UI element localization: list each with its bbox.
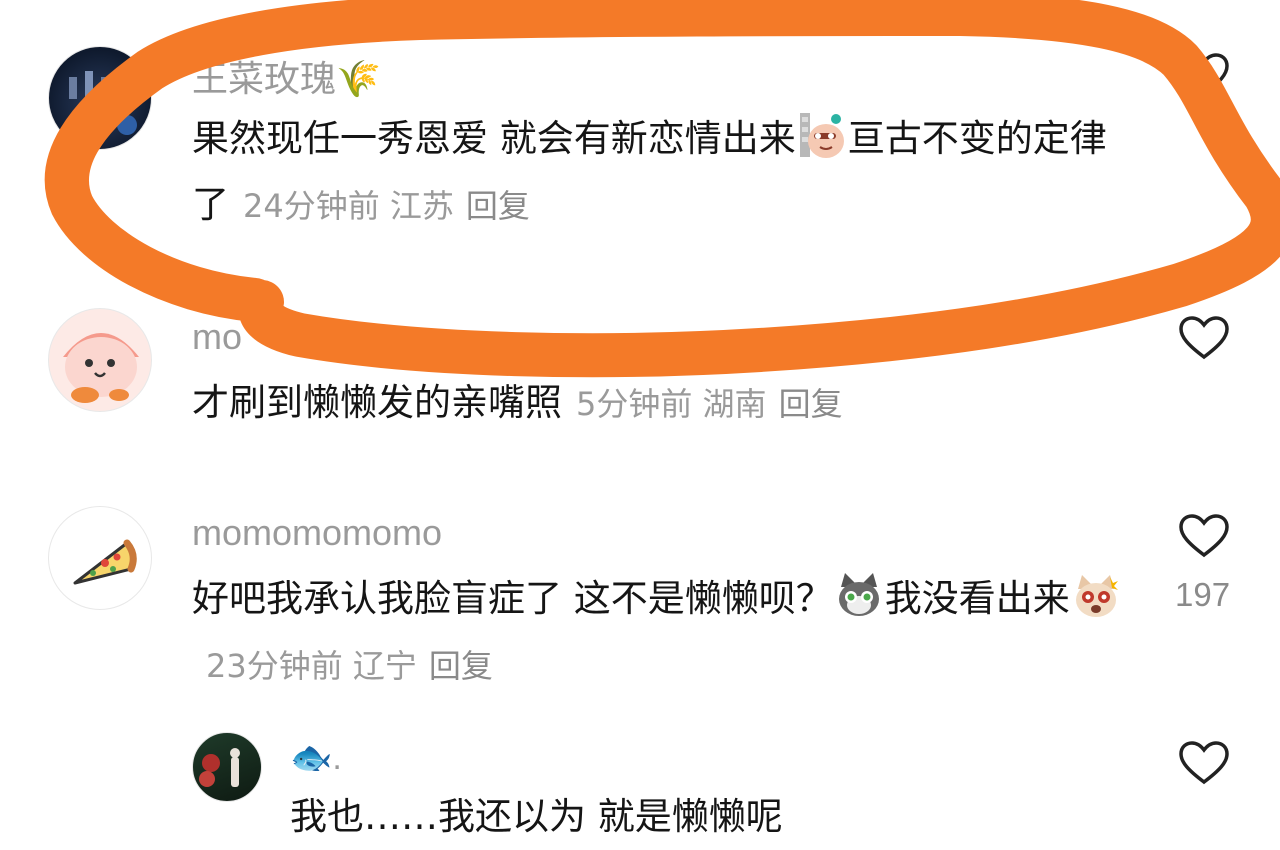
cat-face-icon (835, 571, 883, 619)
username[interactable]: 王菜玫瑰🌾 (192, 50, 381, 102)
comment-text-part: 我没看出来 (884, 577, 1070, 620)
timestamp: 23分钟前 (206, 647, 343, 685)
comment-item: mo 才刷到懒懒发的亲嘴照 5分钟前 湖南 回复 (0, 290, 1280, 500)
pizza-icon (73, 539, 137, 585)
heart-icon[interactable] (1178, 315, 1230, 361)
location: 辽宁 (352, 647, 417, 685)
avatar[interactable] (48, 506, 152, 610)
avatar-image (69, 71, 137, 135)
like-count: 197 (1175, 576, 1231, 613)
reply-button[interactable]: 回复 (429, 647, 493, 685)
reply-item: 🐟. 我也……我还以为 就是懒懒呢 (0, 720, 1280, 838)
comment-item: momomomomo 好吧我承认我脸盲症了 这不是懒懒呗？ 我没看出来 23分钟前 … (0, 500, 1280, 720)
comment-text-part: 才刷到懒懒发的亲嘴照 (192, 381, 562, 424)
timestamp: 5分钟前 (576, 385, 693, 423)
avatar-image (63, 333, 139, 403)
comment-meta: 5分钟前 湖南 回复 (576, 385, 843, 423)
username[interactable]: momomomomo (192, 512, 442, 554)
heart-icon[interactable] (1178, 740, 1230, 786)
timestamp: 24分钟前 (243, 187, 380, 225)
comment-item: 王菜玫瑰🌾 果然现任一秀恩爱 就会有新恋情出来 亘古不变的定律了 24分钟前 江苏回… (0, 0, 1280, 290)
username[interactable]: 🐟. (290, 738, 342, 778)
comment-text-part: 果然现任一秀恩爱 就会有新恋情出来 (192, 117, 796, 160)
location: 江苏 (389, 187, 454, 225)
peeking-face-icon (798, 111, 846, 159)
comment-text-part: 好吧我承认我脸盲症了 这不是懒懒呗？ (192, 577, 833, 620)
avatar[interactable] (192, 732, 262, 802)
avatar[interactable] (48, 308, 152, 412)
comment-text: 才刷到懒懒发的亲嘴照 5分钟前 湖南 回复 (192, 370, 1122, 437)
location: 湖南 (702, 385, 767, 423)
surprised-cat-icon (1072, 571, 1120, 619)
reply-button[interactable]: 回复 (466, 187, 530, 225)
avatar[interactable] (48, 46, 152, 150)
comment-meta: 24分钟前 江苏 回复 (243, 187, 530, 225)
reply-button[interactable]: 回复 (779, 385, 843, 423)
comment-meta: 23分钟前 辽宁 回复 (206, 647, 493, 685)
avatar-image (199, 748, 240, 787)
comment-text: 好吧我承认我脸盲症了 这不是懒懒呗？ 我没看出来 23分钟前 辽宁 回复 (192, 566, 1122, 699)
heart-icon[interactable] (1178, 513, 1230, 559)
comment-text: 我也……我还以为 就是懒懒呢 (290, 784, 1220, 850)
comment-text-part: 我也……我还以为 就是懒懒呢 (290, 795, 783, 838)
comment-text: 果然现任一秀恩爱 就会有新恋情出来 亘古不变的定律了 24分钟前 江苏 回复 (192, 106, 1122, 239)
heart-icon[interactable] (1178, 52, 1230, 98)
username[interactable]: mo (192, 316, 242, 358)
